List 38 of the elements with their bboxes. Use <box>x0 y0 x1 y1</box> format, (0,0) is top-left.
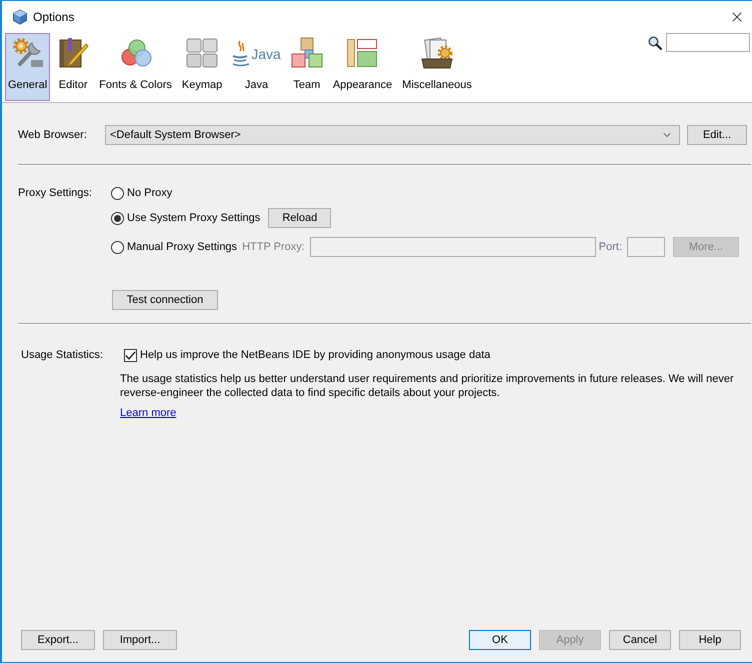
footer-button[interactable]: Cancel <box>609 630 671 650</box>
field-label: Port: <box>598 240 622 255</box>
field-label: Web Browser: <box>18 128 88 143</box>
reload-button[interactable]: Reload <box>268 208 332 228</box>
radio-button[interactable] <box>111 212 124 224</box>
checkmark-icon <box>125 350 136 360</box>
field-label: HTTP Proxy: <box>242 240 305 255</box>
checkbox-label[interactable]: Help us improve the NetBeans IDE by providing anonymous usage data <box>140 346 490 364</box>
radio-button[interactable] <box>111 240 124 254</box>
checkbox[interactable] <box>124 348 137 362</box>
search-icon <box>648 36 662 50</box>
footer-button[interactable]: Help <box>679 630 741 650</box>
test-connection-button[interactable]: Test connection <box>112 290 218 310</box>
cube-icon <box>12 8 28 24</box>
browser-dropdown[interactable]: <Default System Browser> <box>105 125 680 145</box>
keyboard-keys-icon <box>186 37 218 69</box>
documents-gear-icon <box>421 37 453 69</box>
radio-label[interactable]: Manual Proxy Settings <box>127 238 238 256</box>
radio-label[interactable]: Use System Proxy Settings <box>127 210 260 226</box>
footer-button[interactable]: OK <box>469 630 531 650</box>
edit-button[interactable]: Edit... <box>687 125 747 145</box>
layout-icon <box>346 37 378 69</box>
footer-button[interactable]: Export... <box>21 630 95 650</box>
gear-wrench-icon <box>12 37 44 69</box>
radio-label[interactable]: No Proxy <box>127 184 172 202</box>
description-text: The usage statistics help us better understand user requirements and prioritize improvements in future releases. We will never reverse-engineer the collected data to find specific details about your projects. <box>120 372 735 400</box>
footer-button[interactable]: Import... <box>103 630 177 650</box>
logo-text: Java <box>251 46 281 60</box>
radio-button[interactable] <box>111 186 124 200</box>
section-label: Proxy Settings: <box>18 186 93 201</box>
section-label: Usage Statistics: <box>20 348 104 363</box>
search-field[interactable] <box>666 33 750 52</box>
book-pencil-icon <box>57 37 90 69</box>
color-circles-icon <box>120 37 152 69</box>
learn-more-link[interactable]: Learn more <box>120 405 176 422</box>
category-tab[interactable]: General <box>5 33 50 101</box>
cubes-icon <box>290 37 323 69</box>
window-title: Options <box>33 8 74 26</box>
